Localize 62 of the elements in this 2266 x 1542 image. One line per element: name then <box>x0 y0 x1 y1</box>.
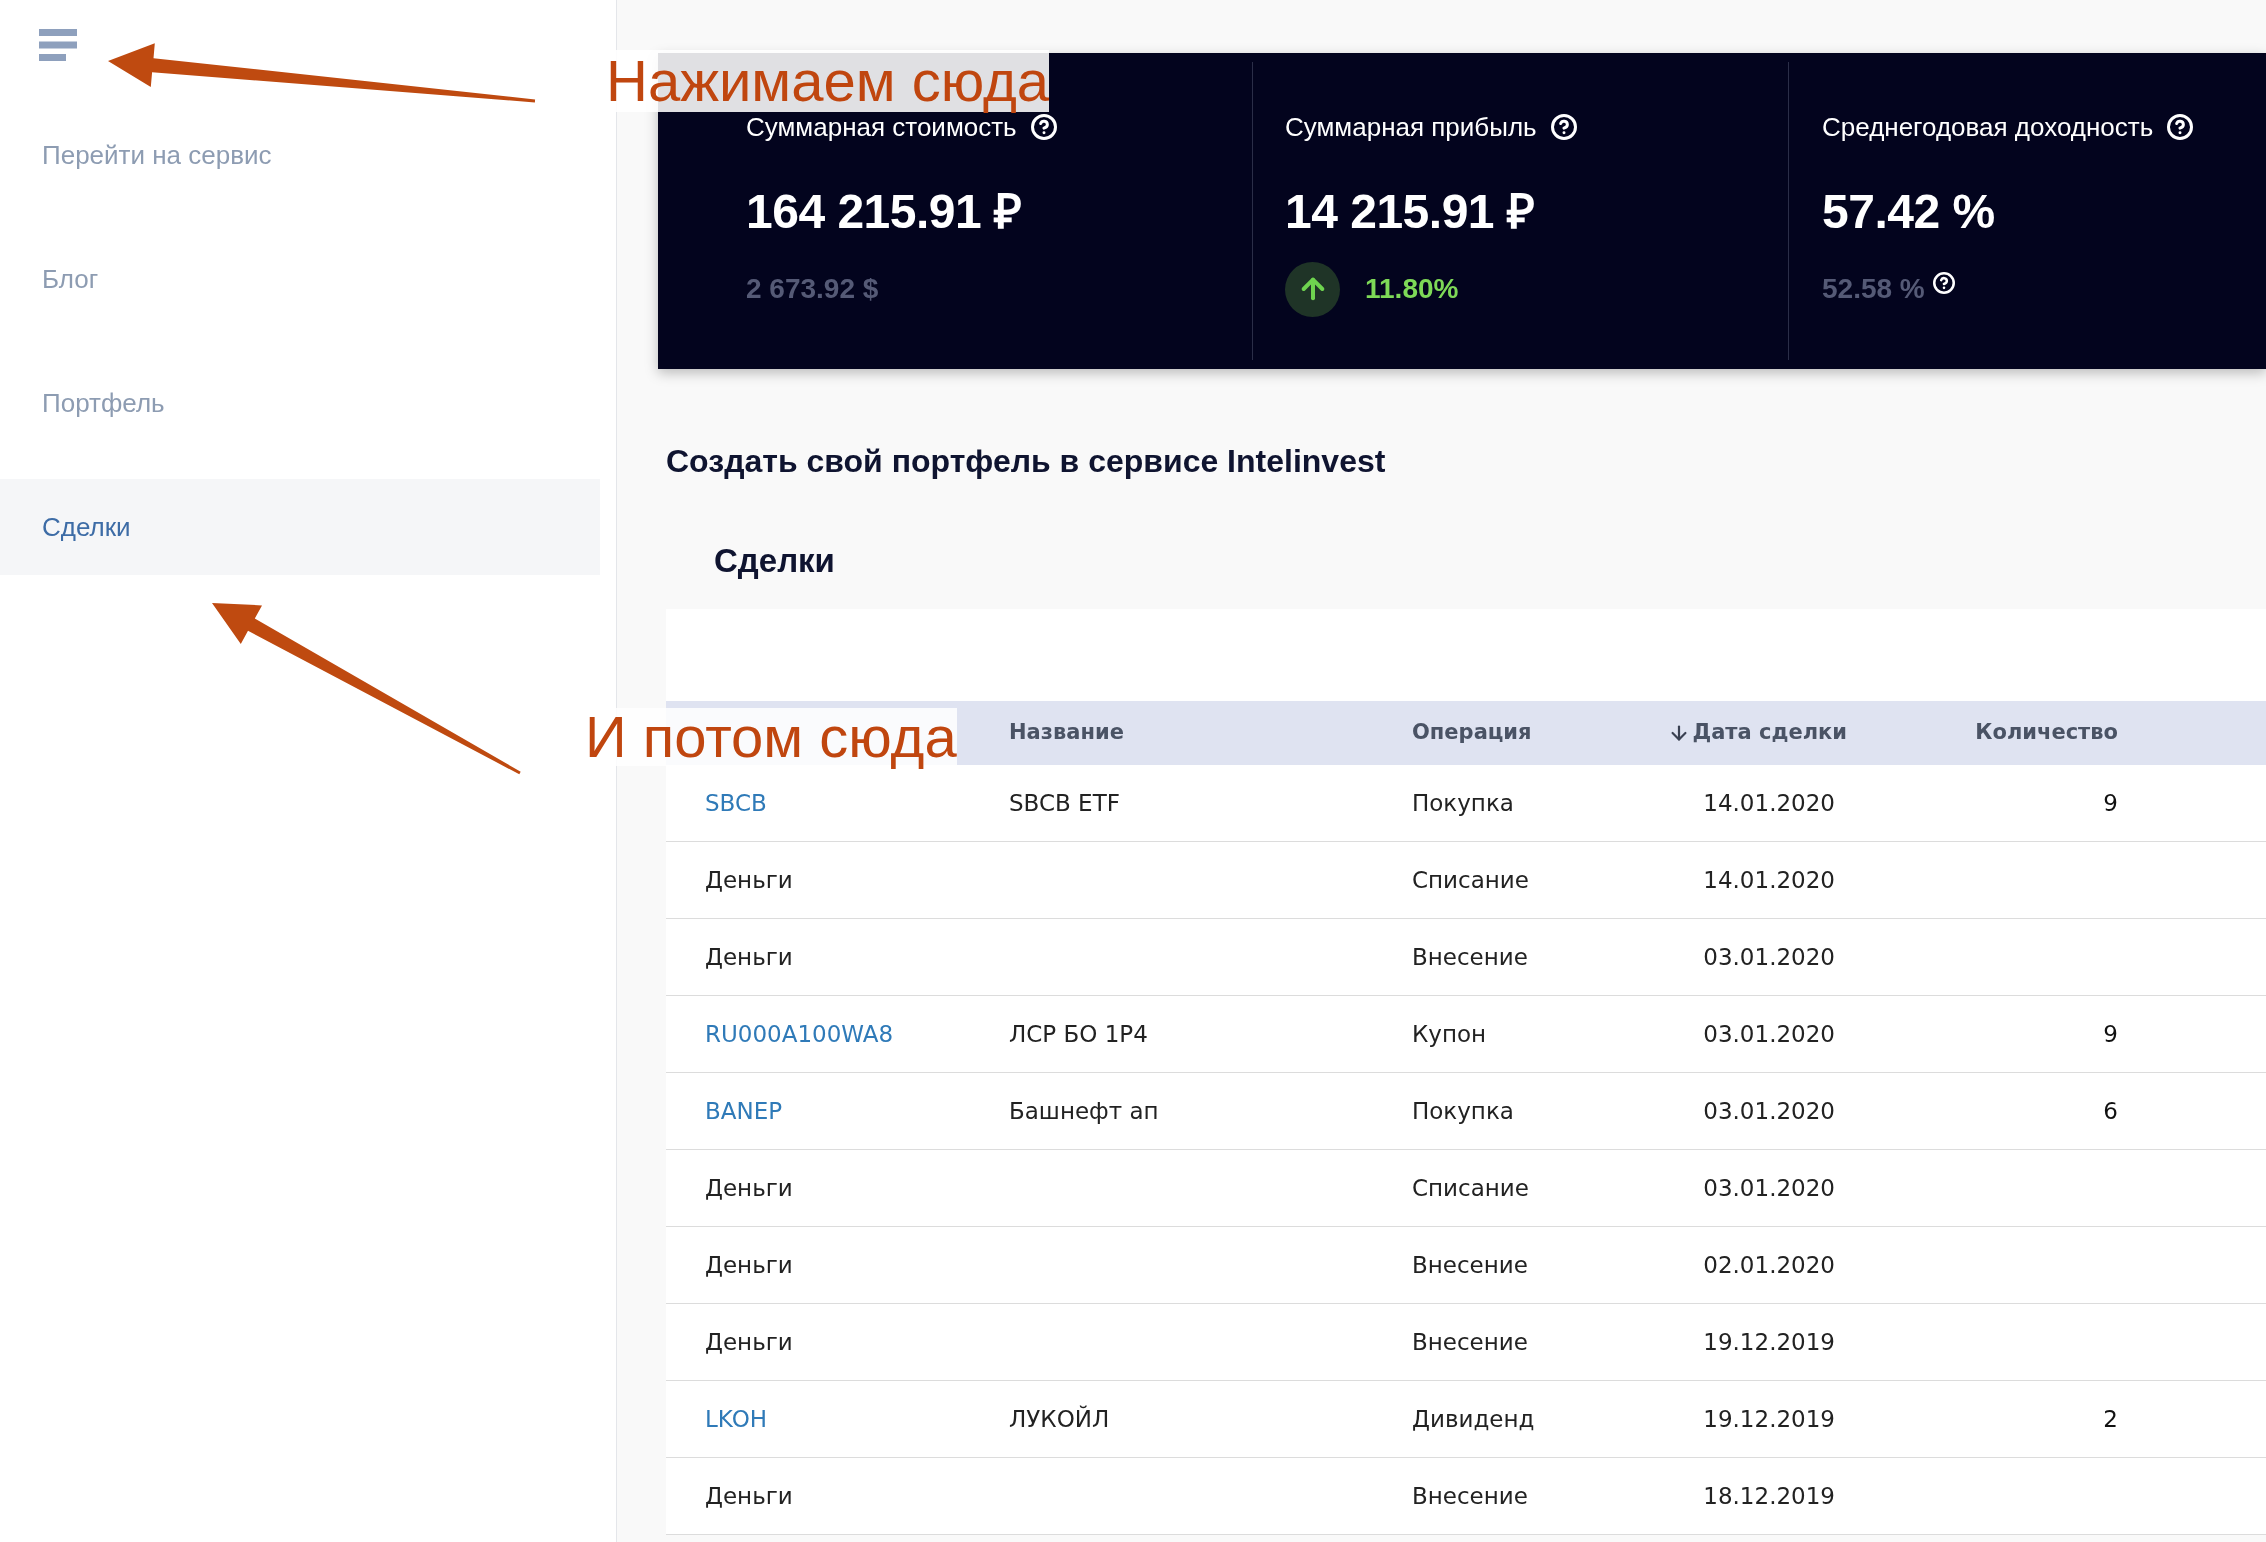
quantity: 6 <box>2103 1096 2118 1126</box>
sidebar-link[interactable]: Портфель <box>0 355 600 451</box>
help-icon[interactable] <box>2167 114 2194 140</box>
account-name: Деньги <box>705 1174 793 1201</box>
operation-type: Списание <box>1412 866 1529 893</box>
operation-type: Внесение <box>1412 1251 1528 1278</box>
operation-type: Внесение <box>1412 1482 1528 1509</box>
trade-date: 14.01.2020 <box>1703 788 1835 818</box>
account-name: Деньги <box>705 1251 793 1278</box>
account-name: Деньги <box>705 1482 793 1509</box>
help-icon[interactable] <box>1932 272 1955 294</box>
change-percent: 11.80% <box>1365 272 1459 306</box>
page-heading: Создать свой портфель в сервисе Intelinvest <box>666 445 1387 477</box>
trade-date: 14.01.2020 <box>1703 865 1835 895</box>
metric-label: Суммарная прибыль <box>1285 114 1537 140</box>
metric-value: 14 215.91 ₽ <box>1285 188 1536 236</box>
quantity: 9 <box>2103 788 2118 818</box>
help-icon[interactable] <box>1030 114 1057 140</box>
security-name: ЛСР БО 1Р4 <box>1009 1020 1148 1047</box>
account-name: Деньги <box>705 1328 793 1355</box>
metric-label: Суммарная стоимость <box>746 114 1017 140</box>
metric-label: Среднегодовая доходность <box>1822 114 2154 140</box>
help-icon[interactable] <box>1550 114 1577 140</box>
trade-date: 03.01.2020 <box>1703 942 1835 972</box>
sidebar-link[interactable]: Перейти на сервис <box>0 107 600 203</box>
ticker-link[interactable]: BANEP <box>705 1097 783 1124</box>
ticker-link[interactable]: LKOH <box>705 1405 768 1432</box>
operation-type: Покупка <box>1412 789 1514 816</box>
column-header[interactable]: Количество <box>1975 717 2118 749</box>
column-header[interactable]: Операция <box>1412 717 1532 749</box>
column-header[interactable]: Дата сделки <box>1692 717 1847 749</box>
metric-value: 57.42 % <box>1822 188 1996 236</box>
metric-secondary: 52.58 % <box>1822 272 1925 306</box>
trade-date: 19.12.2019 <box>1703 1404 1835 1434</box>
trade-date: 02.01.2020 <box>1703 1250 1835 1280</box>
quantity: 9 <box>2103 1019 2118 1049</box>
security-name: ЛУКОЙЛ <box>1009 1405 1110 1432</box>
account-name: Деньги <box>705 866 793 893</box>
metric-value: 164 215.91 ₽ <box>746 188 1023 236</box>
account-name: Деньги <box>705 943 793 970</box>
menu-icon[interactable] <box>39 29 77 61</box>
trade-date: 19.12.2019 <box>1703 1327 1835 1357</box>
security-name: SBCB ETF <box>1009 789 1120 816</box>
operation-type: Покупка <box>1412 1097 1514 1124</box>
sidebar-link[interactable]: Сделки <box>0 479 600 575</box>
section-title: Сделки <box>714 544 835 577</box>
operation-type: Списание <box>1412 1174 1529 1201</box>
trade-date: 03.01.2020 <box>1703 1173 1835 1203</box>
operation-type: Внесение <box>1412 1328 1528 1355</box>
ticker-link[interactable]: SBCB <box>705 789 767 816</box>
quantity: 2 <box>2103 1404 2118 1434</box>
operation-type: Купон <box>1412 1020 1487 1047</box>
security-name: Башнефт ап <box>1009 1097 1159 1124</box>
operation-type: Внесение <box>1412 943 1528 970</box>
trade-date: 18.12.2019 <box>1703 1481 1835 1511</box>
column-header[interactable]: Название <box>1009 717 1124 749</box>
operation-type: Дивиденд <box>1412 1405 1535 1432</box>
sidebar-link[interactable]: Блог <box>0 231 600 327</box>
metric-secondary: 2 673.92 $ <box>746 272 879 306</box>
trade-date: 03.01.2020 <box>1703 1019 1835 1049</box>
trade-date: 03.01.2020 <box>1703 1096 1835 1126</box>
ticker-link[interactable]: RU000A100WA8 <box>705 1020 894 1047</box>
